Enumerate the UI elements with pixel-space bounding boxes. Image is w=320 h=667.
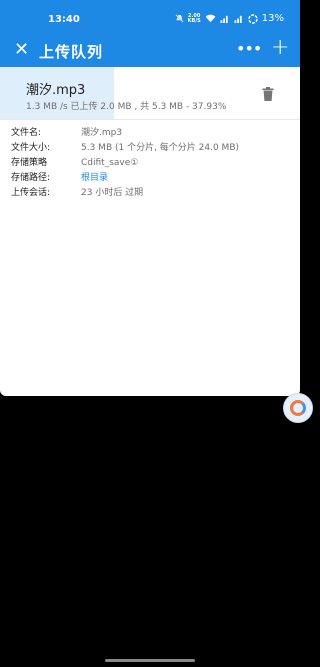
page-title: 上传队列 xyxy=(39,43,104,61)
close-icon[interactable]: ✕ xyxy=(14,39,29,61)
net-speed-unit: KB/S xyxy=(187,17,201,24)
signal-icon xyxy=(220,15,228,23)
delete-icon[interactable] xyxy=(262,87,274,101)
detail-row: 存储策略 Cdifit_save① xyxy=(11,156,239,171)
more-icon[interactable]: ••• xyxy=(236,39,262,58)
wifi-icon xyxy=(205,14,216,23)
upload-stats: 1.3 MB /s 已上传 2.0 MB , 共 5.3 MB - 37.93% xyxy=(26,102,227,112)
storage-path-link[interactable]: 根目录 xyxy=(81,171,108,186)
battery-percent: 13% xyxy=(261,13,284,24)
detail-row: 文件大小: 5.3 MB (1 个分片, 每个分片 24.0 MB) xyxy=(11,141,239,156)
detail-value: 23 小时后 过期 xyxy=(81,188,144,198)
divider xyxy=(0,119,300,120)
detail-row: 文件名: 潮汐.mp3 xyxy=(11,126,239,141)
detail-label: 文件大小: xyxy=(11,143,51,153)
detail-value: 潮汐.mp3 xyxy=(81,128,123,138)
detail-label: 存储路径: xyxy=(11,173,51,183)
detail-label: 上传会话: xyxy=(11,188,51,198)
upload-details: 文件名: 潮汐.mp3 文件大小: 5.3 MB (1 个分片, 每个分片 24… xyxy=(11,126,239,201)
battery-icon xyxy=(248,13,258,24)
detail-row: 存储路径: 根目录 xyxy=(11,171,239,186)
mute-icon xyxy=(175,14,184,23)
status-icons: 2.00 KB/S 13% xyxy=(175,13,284,24)
detail-label: 存储策略 xyxy=(11,158,48,168)
detail-value: Cdifit_save① xyxy=(81,158,139,168)
detail-row: 上传会话: 23 小时后 过期 xyxy=(11,186,239,201)
upload-item[interactable]: 潮汐.mp3 1.3 MB /s 已上传 2.0 MB , 共 5.3 MB -… xyxy=(0,67,300,119)
signal-icon-2 xyxy=(234,15,242,23)
detail-label: 文件名: xyxy=(11,128,42,138)
assistant-icon xyxy=(290,400,306,416)
upload-queue-panel: 潮汐.mp3 1.3 MB /s 已上传 2.0 MB , 共 5.3 MB -… xyxy=(0,67,300,396)
floating-assistant-button[interactable] xyxy=(283,393,313,423)
net-speed-indicator: 2.00 KB/S xyxy=(187,13,201,24)
status-time: 13:40 xyxy=(48,14,80,25)
detail-value: 5.3 MB (1 个分片, 每个分片 24.0 MB) xyxy=(81,143,240,153)
gesture-bar[interactable] xyxy=(105,659,195,662)
add-icon[interactable]: + xyxy=(271,35,289,60)
upload-file-name: 潮汐.mp3 xyxy=(26,83,86,98)
app-bar: ✕ 上传队列 ••• + xyxy=(0,34,300,67)
status-bar: 13:40 2.00 KB/S 13% xyxy=(0,0,300,34)
